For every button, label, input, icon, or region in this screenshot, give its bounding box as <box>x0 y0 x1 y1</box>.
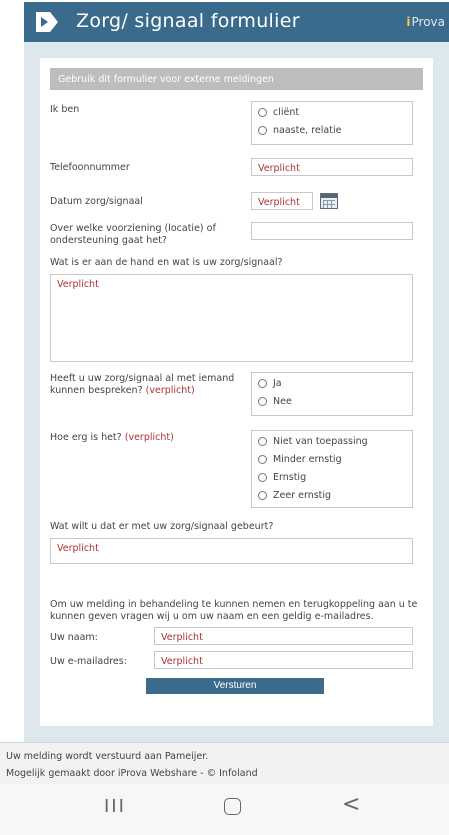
datum-input[interactable]: Verplicht <box>251 192 313 210</box>
form-frame: Gebruik dit formulier voor externe meldi… <box>24 42 449 742</box>
footer-credits: Mogelijk gemaakt door iProva Webshare - … <box>0 766 449 784</box>
email-input[interactable]: Verplicht <box>154 651 413 669</box>
aan-de-hand-label: Wat is er aan de hand en wat is uw zorg/… <box>50 257 283 268</box>
radio-option-niet-van-toepassing[interactable]: Niet van toepassing <box>258 436 368 447</box>
page-title: Zorg/ signaal formulier <box>76 10 300 32</box>
radio-label: Ernstig <box>273 472 307 483</box>
radio-option-ja[interactable]: Ja <box>258 378 282 389</box>
radio-option-zeer-ernstig[interactable]: Zeer ernstig <box>258 490 331 501</box>
submit-button[interactable]: Versturen <box>146 678 324 694</box>
brand-prefix: i <box>406 15 411 29</box>
radio-label: naaste, relatie <box>273 125 342 136</box>
required-marker: (verplicht) <box>124 432 174 443</box>
telefoon-label: Telefoonnummer <box>50 162 130 173</box>
radio-button[interactable] <box>258 126 267 135</box>
radio-label: Ja <box>273 378 282 389</box>
voorziening-label: Over welke voorziening (locatie) of onde… <box>50 223 216 246</box>
ernst-label: Hoe erg is het? (verplicht) <box>50 432 174 444</box>
brand-text: Prova <box>411 15 446 29</box>
voorziening-input[interactable] <box>251 222 413 240</box>
radio-label: Minder ernstig <box>273 454 342 465</box>
iprova-logo-icon <box>36 12 58 32</box>
back-icon[interactable]: < <box>342 792 360 817</box>
radio-button[interactable] <box>258 491 267 500</box>
email-label: Uw e-mailadres: <box>50 656 127 667</box>
aan-de-hand-textarea[interactable]: Verplicht <box>50 274 413 362</box>
radio-label: cliënt <box>273 107 300 118</box>
naam-input[interactable]: Verplicht <box>154 627 413 645</box>
besproken-label-text: Heeft u uw zorg/signaal al met iemand ku… <box>50 373 235 396</box>
radio-option-ernstig[interactable]: Ernstig <box>258 472 306 483</box>
radio-button[interactable] <box>258 473 267 482</box>
form-card: Gebruik dit formulier voor externe meldi… <box>40 58 433 726</box>
wat-wilt-u-label: Wat wilt u dat er met uw zorg/signaal ge… <box>50 521 274 532</box>
info-text: Om uw melding in behandeling te kunnen n… <box>50 599 418 622</box>
radio-label: Zeer ernstig <box>273 490 332 501</box>
radio-label: Niet van toepassing <box>273 436 368 447</box>
android-navbar: III < <box>0 784 449 835</box>
ernst-label-text: Hoe erg is het? <box>50 432 122 443</box>
datum-label: Datum zorg/signaal <box>50 196 143 207</box>
recent-apps-icon[interactable]: III <box>104 796 126 817</box>
besproken-label: Heeft u uw zorg/signaal al met iemand ku… <box>50 373 240 397</box>
radio-option-naaste[interactable]: naaste, relatie <box>258 125 341 136</box>
form-banner: Gebruik dit formulier voor externe meldi… <box>50 68 423 90</box>
telefoon-input[interactable]: Verplicht <box>251 158 413 176</box>
ik-ben-label: Ik ben <box>50 104 80 115</box>
ernst-options: Niet van toepassing Minder ernstig Ernst… <box>251 430 413 508</box>
brand-logo: iProva <box>406 15 445 29</box>
calendar-icon[interactable] <box>320 193 338 209</box>
ik-ben-options: cliënt naaste, relatie <box>251 101 413 145</box>
radio-option-nee[interactable]: Nee <box>258 396 292 407</box>
wat-wilt-u-textarea[interactable]: Verplicht <box>50 538 413 564</box>
naam-label: Uw naam: <box>50 632 98 643</box>
radio-button[interactable] <box>258 397 267 406</box>
home-icon[interactable] <box>224 798 241 815</box>
radio-option-client[interactable]: cliënt <box>258 107 299 118</box>
footer-recipient: Uw melding wordt verstuurd aan Pameijer. <box>0 742 449 766</box>
besproken-options: Ja Nee <box>251 372 413 416</box>
radio-label: Nee <box>273 396 292 407</box>
radio-option-minder-ernstig[interactable]: Minder ernstig <box>258 454 342 465</box>
phone-screen: Zorg/ signaal formulier iProva Gebruik d… <box>0 0 449 835</box>
radio-button[interactable] <box>258 108 267 117</box>
required-marker: (verplicht) <box>145 385 195 396</box>
app-header: Zorg/ signaal formulier iProva <box>24 2 449 42</box>
radio-button[interactable] <box>258 455 267 464</box>
radio-button[interactable] <box>258 437 267 446</box>
radio-button[interactable] <box>258 379 267 388</box>
